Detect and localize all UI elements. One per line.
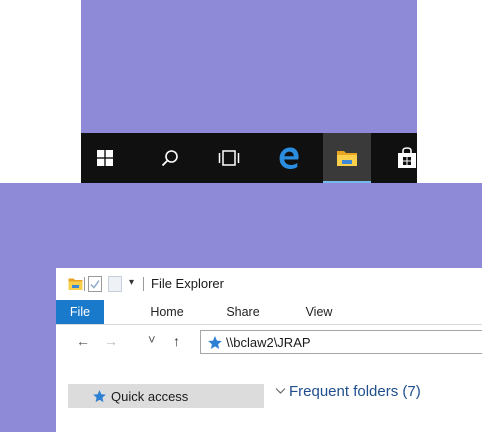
ribbon-tabs: File Home Share View [56, 300, 482, 324]
chevron-down-icon[interactable] [275, 387, 286, 395]
up-button[interactable]: ↑ [173, 333, 180, 349]
window-title: File Explorer [151, 276, 224, 291]
tab-share[interactable]: Share [216, 300, 270, 324]
recent-locations-button[interactable]: ˅ [148, 332, 156, 347]
top-screenshot-panel [81, 0, 417, 183]
desktop-background [81, 0, 417, 133]
properties-icon[interactable] [88, 276, 102, 292]
content-pane: Frequent folders (7) [266, 359, 482, 432]
section-heading-frequent-folders[interactable]: Frequent folders (7) [289, 383, 421, 400]
address-bar[interactable]: \\bclaw2\JRAP [200, 330, 482, 354]
navigation-bar: ← → ˅ ↑ \\bclaw2\JRAP [56, 325, 482, 359]
toolbar-separator [84, 277, 85, 291]
title-bar: ▾ File Explorer [56, 268, 482, 300]
search-button[interactable] [146, 133, 194, 183]
store-button[interactable] [389, 133, 437, 183]
edge-button[interactable] [265, 133, 313, 183]
tab-view[interactable]: View [295, 300, 343, 324]
new-folder-icon[interactable] [108, 276, 122, 292]
edge-icon [279, 147, 299, 169]
quick-access-star-icon [93, 389, 106, 403]
windows-logo-icon [97, 150, 113, 166]
address-path: \\bclaw2\JRAP [226, 335, 311, 350]
folder-icon [68, 278, 83, 290]
task-view-icon [218, 150, 240, 166]
bottom-screenshot-panel: ▾ File Explorer File Home Share View ← →… [0, 183, 482, 432]
task-view-button[interactable] [205, 133, 253, 183]
taskbar [81, 133, 417, 183]
quick-access-dropdown[interactable]: ▾ [129, 277, 134, 288]
tab-file[interactable]: File [56, 300, 104, 324]
back-button[interactable]: ← [76, 333, 90, 349]
nav-item-label: Quick access [111, 389, 189, 404]
forward-button[interactable]: → [104, 333, 118, 349]
store-icon [398, 147, 416, 168]
quick-access-star-icon [208, 336, 222, 349]
nav-item-quick-access[interactable]: Quick access [68, 384, 264, 408]
start-button[interactable] [81, 133, 129, 183]
toolbar-separator [143, 277, 144, 291]
search-icon [161, 150, 178, 167]
file-explorer-button[interactable] [323, 133, 371, 183]
file-explorer-window: ▾ File Explorer File Home Share View ← →… [56, 268, 482, 432]
navigation-pane: Quick access [56, 359, 266, 432]
tab-home[interactable]: Home [140, 300, 194, 324]
folder-icon [337, 151, 357, 166]
